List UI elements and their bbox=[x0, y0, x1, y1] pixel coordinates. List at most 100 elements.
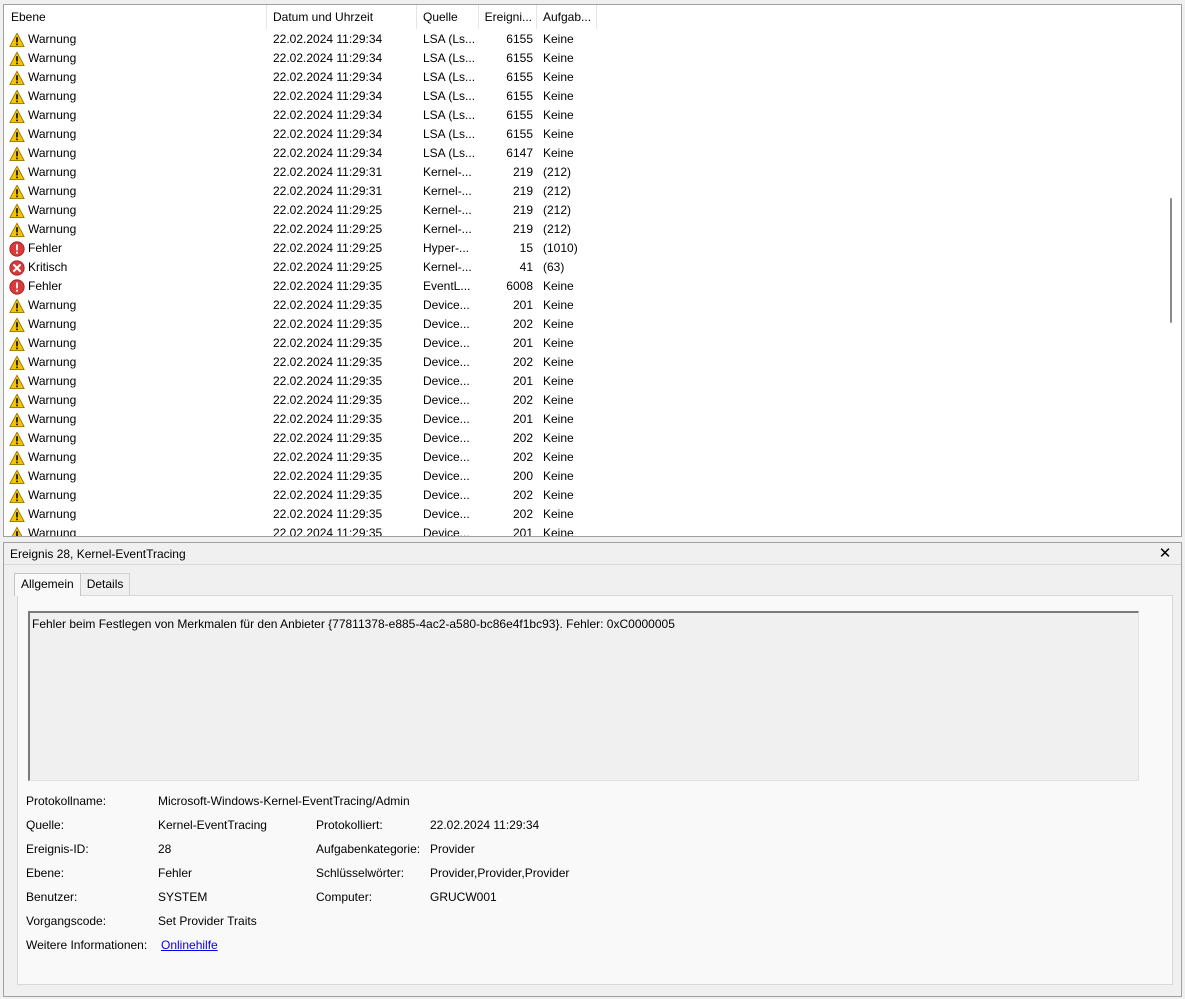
cell-task: (63) bbox=[543, 260, 565, 274]
cell-date: 22.02.2024 11:29:35 bbox=[273, 526, 383, 537]
table-row[interactable]: Warnung 22.02.2024 11:29:25 Kernel-... 219 (… bbox=[4, 220, 1166, 239]
cell-level: Warnung bbox=[4, 144, 267, 163]
scrollbar-thumb[interactable] bbox=[1170, 198, 1172, 323]
warning-icon bbox=[9, 507, 25, 523]
user-value: SYSTEM bbox=[158, 890, 208, 904]
cell-task: Keine bbox=[543, 488, 574, 502]
column-header-task[interactable]: Aufgab... bbox=[537, 5, 597, 29]
warning-icon bbox=[9, 127, 25, 143]
warning-icon bbox=[9, 70, 25, 86]
cell-date: 22.02.2024 11:29:35 bbox=[273, 469, 383, 483]
table-row[interactable]: Warnung 22.02.2024 11:29:35 Device... 200 Ke… bbox=[4, 467, 1166, 486]
level-text: Warnung bbox=[28, 507, 77, 521]
cell-source: Device... bbox=[423, 450, 470, 464]
table-row[interactable]: Warnung 22.02.2024 11:29:35 Device... 201 Ke… bbox=[4, 334, 1166, 353]
table-row[interactable]: Warnung 22.02.2024 11:29:35 Device... 202 Ke… bbox=[4, 448, 1166, 467]
task-category-value: Provider bbox=[430, 842, 475, 856]
table-row[interactable]: Warnung 22.02.2024 11:29:35 Device... 202 Ke… bbox=[4, 429, 1166, 448]
cell-level: Fehler bbox=[4, 239, 267, 258]
warning-icon bbox=[9, 374, 25, 390]
error-icon bbox=[9, 240, 25, 257]
cell-level: Kritisch bbox=[4, 258, 267, 277]
table-row[interactable]: Kritisch 22.02.2024 11:29:25 Kernel-... 41 (… bbox=[4, 258, 1166, 277]
cell-source: Kernel-... bbox=[423, 222, 472, 236]
table-row[interactable]: Warnung 22.02.2024 11:29:35 Device... 201 Ke… bbox=[4, 296, 1166, 315]
keywords-label: Schlüsselwörter: bbox=[316, 866, 405, 880]
table-row[interactable]: Warnung 22.02.2024 11:29:34 LSA (Ls... 6155… bbox=[4, 68, 1166, 87]
table-row[interactable]: Warnung 22.02.2024 11:29:31 Kernel-... 219 (… bbox=[4, 182, 1166, 201]
cell-event-id: 6155 bbox=[506, 127, 533, 141]
level-text: Warnung bbox=[28, 203, 77, 217]
cell-task: Keine bbox=[543, 127, 574, 141]
cell-event-id: 200 bbox=[512, 469, 533, 483]
detail-tabs: Allgemein Details bbox=[14, 573, 131, 596]
cell-level: Warnung bbox=[4, 125, 267, 144]
cell-source: Device... bbox=[423, 507, 470, 521]
level-text: Warnung bbox=[28, 469, 77, 483]
logged-value: 22.02.2024 11:29:34 bbox=[430, 818, 540, 832]
cell-source: Device... bbox=[423, 374, 470, 388]
warning-icon bbox=[9, 203, 25, 219]
table-row[interactable]: Warnung 22.02.2024 11:29:35 Device... 201 Ke… bbox=[4, 524, 1166, 537]
column-header-date[interactable]: Datum und Uhrzeit bbox=[267, 5, 417, 29]
cell-date: 22.02.2024 11:29:35 bbox=[273, 298, 383, 312]
cell-task: Keine bbox=[543, 108, 574, 122]
vertical-scrollbar[interactable] bbox=[1165, 5, 1181, 536]
event-list[interactable]: Ebene Datum und Uhrzeit Quelle Ereigni..… bbox=[3, 4, 1182, 537]
cell-date: 22.02.2024 11:29:35 bbox=[273, 336, 383, 350]
table-row[interactable]: Warnung 22.02.2024 11:29:34 LSA (Ls... 6147… bbox=[4, 144, 1166, 163]
column-header-level[interactable]: Ebene bbox=[4, 5, 267, 29]
table-row[interactable]: Warnung 22.02.2024 11:29:35 Device... 202 Ke… bbox=[4, 486, 1166, 505]
logged-label: Protokolliert: bbox=[316, 818, 383, 832]
table-row[interactable]: Warnung 22.02.2024 11:29:34 LSA (Ls... 6155… bbox=[4, 125, 1166, 144]
event-properties: Protokollname: Microsoft-Windows-Kernel-… bbox=[18, 596, 1172, 984]
task-category-label: Aufgabenkategorie: bbox=[316, 842, 421, 856]
tab-allgemein[interactable]: Allgemein bbox=[14, 573, 81, 596]
cell-date: 22.02.2024 11:29:35 bbox=[273, 393, 383, 407]
level-text: Kritisch bbox=[28, 260, 68, 274]
cell-task: Keine bbox=[543, 355, 574, 369]
cell-source: LSA (Ls... bbox=[423, 32, 476, 46]
cell-date: 22.02.2024 11:29:25 bbox=[273, 222, 383, 236]
event-id-label: Ereignis-ID: bbox=[26, 842, 89, 856]
level-value: Fehler bbox=[158, 866, 193, 880]
table-row[interactable]: Warnung 22.02.2024 11:29:35 Device... 202 Ke… bbox=[4, 315, 1166, 334]
cell-event-id: 202 bbox=[512, 507, 533, 521]
table-row[interactable]: Warnung 22.02.2024 11:29:31 Kernel-... 219 (… bbox=[4, 163, 1166, 182]
table-row[interactable]: Warnung 22.02.2024 11:29:35 Device... 202 Ke… bbox=[4, 505, 1166, 524]
column-header-source[interactable]: Quelle bbox=[417, 5, 479, 29]
cell-source: Kernel-... bbox=[423, 184, 472, 198]
table-row[interactable]: Fehler 22.02.2024 11:29:35 EventL... 6008 Ke… bbox=[4, 277, 1166, 296]
table-row[interactable]: Fehler 22.02.2024 11:29:25 Hyper-... 15 (101… bbox=[4, 239, 1166, 258]
close-icon[interactable]: ✕ bbox=[1157, 545, 1173, 563]
log-name-label: Protokollname: bbox=[26, 794, 107, 808]
cell-event-id: 219 bbox=[512, 165, 533, 179]
cell-task: (212) bbox=[543, 222, 572, 236]
table-row[interactable]: Warnung 22.02.2024 11:29:35 Device... 201 Ke… bbox=[4, 410, 1166, 429]
table-row[interactable]: Warnung 22.02.2024 11:29:35 Device... 202 Ke… bbox=[4, 353, 1166, 372]
level-text: Warnung bbox=[28, 336, 77, 350]
level-text: Warnung bbox=[28, 431, 77, 445]
cell-task: Keine bbox=[543, 469, 574, 483]
tab-details[interactable]: Details bbox=[79, 573, 131, 595]
log-name-value: Microsoft-Windows-Kernel-EventTracing/Ad… bbox=[158, 794, 410, 808]
table-row[interactable]: Warnung 22.02.2024 11:29:34 LSA (Ls... 6155… bbox=[4, 49, 1166, 68]
cell-source: EventL... bbox=[423, 279, 471, 293]
more-info-label: Weitere Informationen: bbox=[26, 938, 148, 952]
online-help-link[interactable]: Onlinehilfe bbox=[161, 937, 218, 953]
cell-event-id: 219 bbox=[512, 222, 533, 236]
table-row[interactable]: Warnung 22.02.2024 11:29:34 LSA (Ls... 6155… bbox=[4, 87, 1166, 106]
cell-event-id: 6155 bbox=[506, 32, 533, 46]
error-icon bbox=[9, 278, 25, 295]
cell-event-id: 202 bbox=[512, 317, 533, 331]
table-row[interactable]: Warnung 22.02.2024 11:29:25 Kernel-... 219 (… bbox=[4, 201, 1166, 220]
column-header-event-id[interactable]: Ereigni... bbox=[479, 5, 537, 29]
table-row[interactable]: Warnung 22.02.2024 11:29:35 Device... 201 Ke… bbox=[4, 372, 1166, 391]
table-row[interactable]: Warnung 22.02.2024 11:29:35 Device... 202 Ke… bbox=[4, 391, 1166, 410]
event-id-value: 28 bbox=[158, 842, 172, 856]
table-row[interactable]: Warnung 22.02.2024 11:29:34 LSA (Ls... 6155… bbox=[4, 30, 1166, 49]
table-row[interactable]: Warnung 22.02.2024 11:29:34 LSA (Ls... 6155… bbox=[4, 106, 1166, 125]
warning-icon bbox=[9, 89, 25, 105]
cell-source: Device... bbox=[423, 336, 470, 350]
warning-icon bbox=[9, 488, 25, 504]
